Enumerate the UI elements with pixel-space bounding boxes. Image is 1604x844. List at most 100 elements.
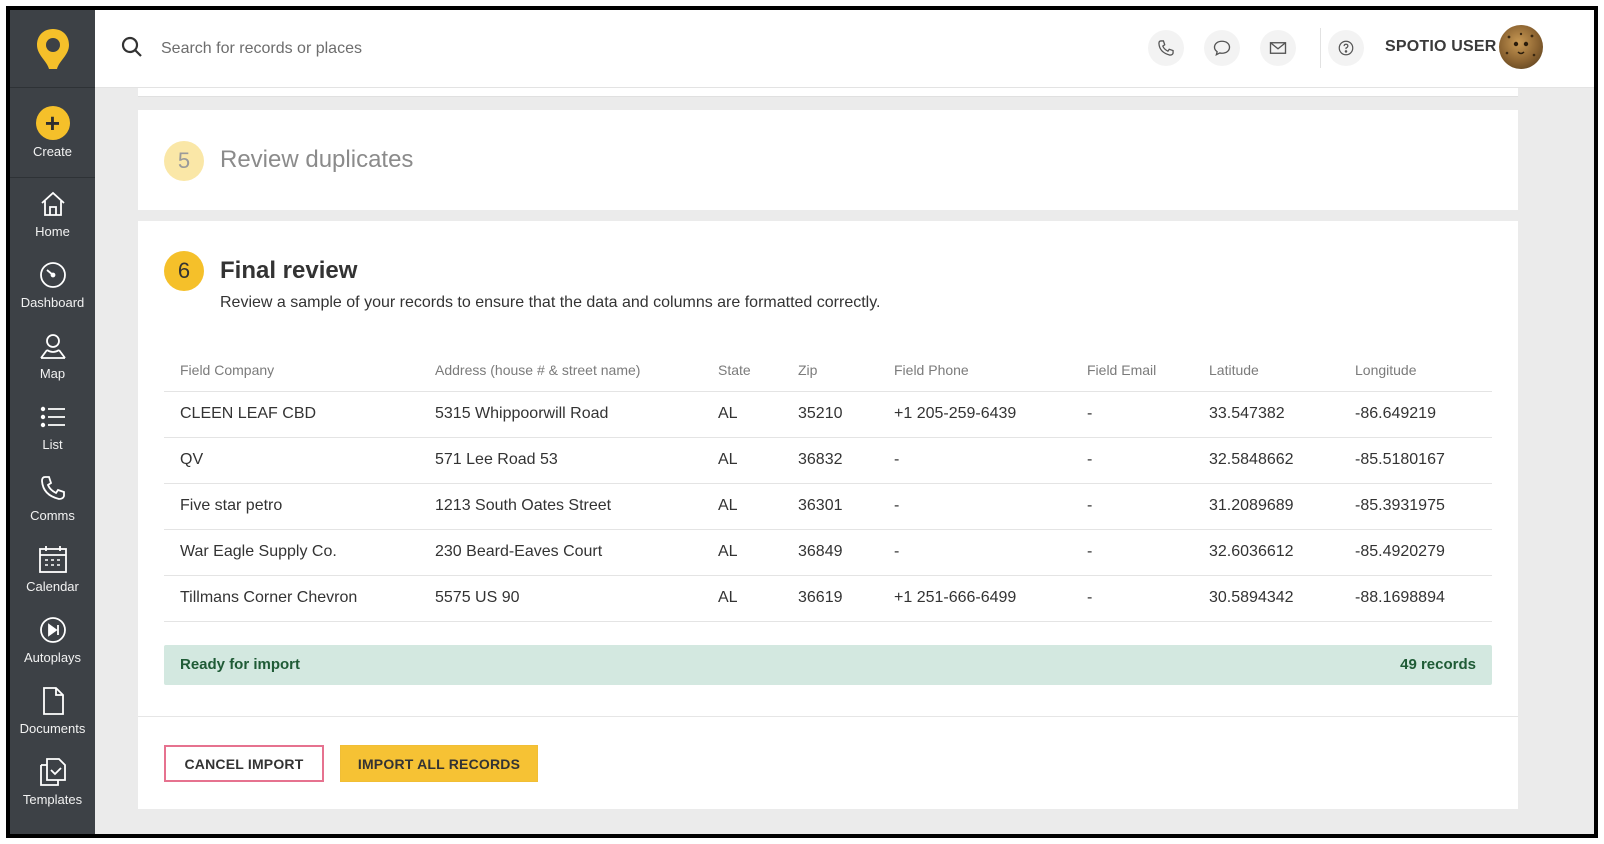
cell-company: War Eagle Supply Co. bbox=[164, 529, 419, 576]
help-icon bbox=[1338, 40, 1354, 56]
column-header: Longitude bbox=[1339, 349, 1492, 392]
cancel-import-button[interactable]: CANCEL IMPORT bbox=[164, 745, 324, 782]
cell-latitude: 30.5894342 bbox=[1193, 575, 1339, 622]
speedometer-icon bbox=[37, 259, 69, 291]
spotio-logo[interactable] bbox=[10, 10, 95, 88]
sidebar-item-label: List bbox=[42, 437, 63, 452]
mail-icon bbox=[1269, 42, 1287, 54]
cell-longitude: -85.4920279 bbox=[1339, 529, 1492, 576]
import-all-records-button[interactable]: IMPORT ALL RECORDS bbox=[340, 745, 538, 782]
phone-icon bbox=[1158, 40, 1174, 56]
previous-step-card bbox=[138, 88, 1518, 97]
cell-phone: +1 205-259-6439 bbox=[878, 391, 1071, 438]
cheetah-avatar-icon bbox=[1505, 32, 1536, 57]
sidebar-item-label: Documents bbox=[19, 721, 86, 736]
logo-pin-icon bbox=[36, 28, 69, 69]
cell-state: AL bbox=[702, 483, 782, 530]
sidebar-item-dashboard[interactable]: Dashboard bbox=[10, 249, 95, 320]
top-bar: SPOTIO USER bbox=[95, 10, 1594, 88]
cell-longitude: -88.1698894 bbox=[1339, 575, 1492, 622]
table-row: War Eagle Supply Co. 230 Beard-Eaves Cou… bbox=[164, 529, 1492, 576]
cell-zip: 35210 bbox=[782, 391, 878, 438]
cell-phone: - bbox=[878, 437, 1071, 484]
search-icon[interactable] bbox=[121, 36, 147, 62]
cell-state: AL bbox=[702, 437, 782, 484]
table-row: CLEEN LEAF CBD 5315 Whippoorwill Road AL… bbox=[164, 391, 1492, 438]
records-count: 49 records bbox=[1400, 656, 1476, 673]
app-window: + Create Home Dashboard Map List Comms C… bbox=[6, 6, 1598, 838]
templates-icon bbox=[37, 756, 69, 788]
step-number-badge: 5 bbox=[164, 141, 204, 181]
records-preview-table: Field Company Address (house # & street … bbox=[164, 349, 1492, 622]
step-title: Review duplicates bbox=[220, 146, 414, 173]
sidebar-item-label: Calendar bbox=[26, 579, 79, 594]
table-header-row: Field Company Address (house # & street … bbox=[164, 349, 1492, 392]
cell-state: AL bbox=[702, 575, 782, 622]
cell-email: - bbox=[1071, 437, 1193, 484]
help-button[interactable] bbox=[1328, 30, 1364, 66]
chat-button[interactable] bbox=[1204, 30, 1240, 66]
cell-company: QV bbox=[164, 437, 419, 484]
sidebar-item-comms[interactable]: Comms bbox=[10, 462, 95, 533]
step-title: Final review bbox=[220, 257, 358, 284]
play-next-icon bbox=[37, 614, 69, 646]
avatar[interactable] bbox=[1499, 25, 1543, 69]
cell-phone: +1 251-666-6499 bbox=[878, 575, 1071, 622]
sidebar-item-label: Home bbox=[35, 224, 70, 239]
cell-email: - bbox=[1071, 575, 1193, 622]
cell-address: 1213 South Oates Street bbox=[419, 483, 702, 530]
cell-phone: - bbox=[878, 483, 1071, 530]
sidebar-item-home[interactable]: Home bbox=[10, 178, 95, 249]
cell-latitude: 32.6036612 bbox=[1193, 529, 1339, 576]
sidebar-item-documents[interactable]: Documents bbox=[10, 675, 95, 746]
cell-zip: 36619 bbox=[782, 575, 878, 622]
email-button[interactable] bbox=[1260, 30, 1296, 66]
column-header: Field Email bbox=[1071, 349, 1193, 392]
column-header: Zip bbox=[782, 349, 878, 392]
cell-address: 230 Beard-Eaves Court bbox=[419, 529, 702, 576]
sidebar-item-list[interactable]: List bbox=[10, 391, 95, 462]
cell-address: 5575 US 90 bbox=[419, 575, 702, 622]
ready-status-bar: Ready for import 49 records bbox=[164, 645, 1492, 685]
document-icon bbox=[37, 685, 69, 717]
sidebar: + Create Home Dashboard Map List Comms C… bbox=[10, 10, 95, 834]
create-label: Create bbox=[32, 144, 73, 159]
sidebar-item-calendar[interactable]: Calendar bbox=[10, 533, 95, 604]
cell-address: 571 Lee Road 53 bbox=[419, 437, 702, 484]
divider bbox=[1320, 28, 1321, 68]
main-content: 5 Review duplicates 6 Final review Revie… bbox=[95, 88, 1594, 834]
column-header: Field Phone bbox=[878, 349, 1071, 392]
sidebar-item-label: Templates bbox=[22, 792, 83, 807]
step-review-duplicates[interactable]: 5 Review duplicates bbox=[138, 110, 1518, 210]
cell-zip: 36849 bbox=[782, 529, 878, 576]
user-name[interactable]: SPOTIO USER bbox=[1385, 38, 1497, 56]
cell-zip: 36301 bbox=[782, 483, 878, 530]
cell-email: - bbox=[1071, 483, 1193, 530]
sidebar-item-autoplays[interactable]: Autoplays bbox=[10, 604, 95, 675]
sidebar-item-templates[interactable]: Templates bbox=[10, 746, 95, 817]
step-subtitle: Review a sample of your records to ensur… bbox=[220, 294, 881, 311]
column-header: Latitude bbox=[1193, 349, 1339, 392]
column-header: Field Company bbox=[164, 349, 419, 392]
cell-zip: 36832 bbox=[782, 437, 878, 484]
phone-call-button[interactable] bbox=[1148, 30, 1184, 66]
sidebar-item-map[interactable]: Map bbox=[10, 320, 95, 391]
table-row: Tillmans Corner Chevron 5575 US 90 AL 36… bbox=[164, 575, 1492, 622]
create-button[interactable]: + Create bbox=[10, 88, 95, 178]
map-person-icon bbox=[37, 330, 69, 362]
table-row: QV 571 Lee Road 53 AL 36832 - - 32.58486… bbox=[164, 437, 1492, 484]
cell-phone: - bbox=[878, 529, 1071, 576]
step-final-review: 6 Final review Review a sample of your r… bbox=[138, 221, 1518, 809]
cell-address: 5315 Whippoorwill Road bbox=[419, 391, 702, 438]
cell-longitude: -85.5180167 bbox=[1339, 437, 1492, 484]
column-header: Address (house # & street name) bbox=[419, 349, 702, 392]
cell-latitude: 33.547382 bbox=[1193, 391, 1339, 438]
cell-email: - bbox=[1071, 529, 1193, 576]
sidebar-item-label: Dashboard bbox=[20, 295, 85, 310]
table-row: Five star petro 1213 South Oates Street … bbox=[164, 483, 1492, 530]
cell-longitude: -86.649219 bbox=[1339, 391, 1492, 438]
search-input[interactable] bbox=[161, 34, 581, 64]
plus-icon: + bbox=[35, 106, 70, 140]
cell-company: Five star petro bbox=[164, 483, 419, 530]
cell-company: CLEEN LEAF CBD bbox=[164, 391, 419, 438]
